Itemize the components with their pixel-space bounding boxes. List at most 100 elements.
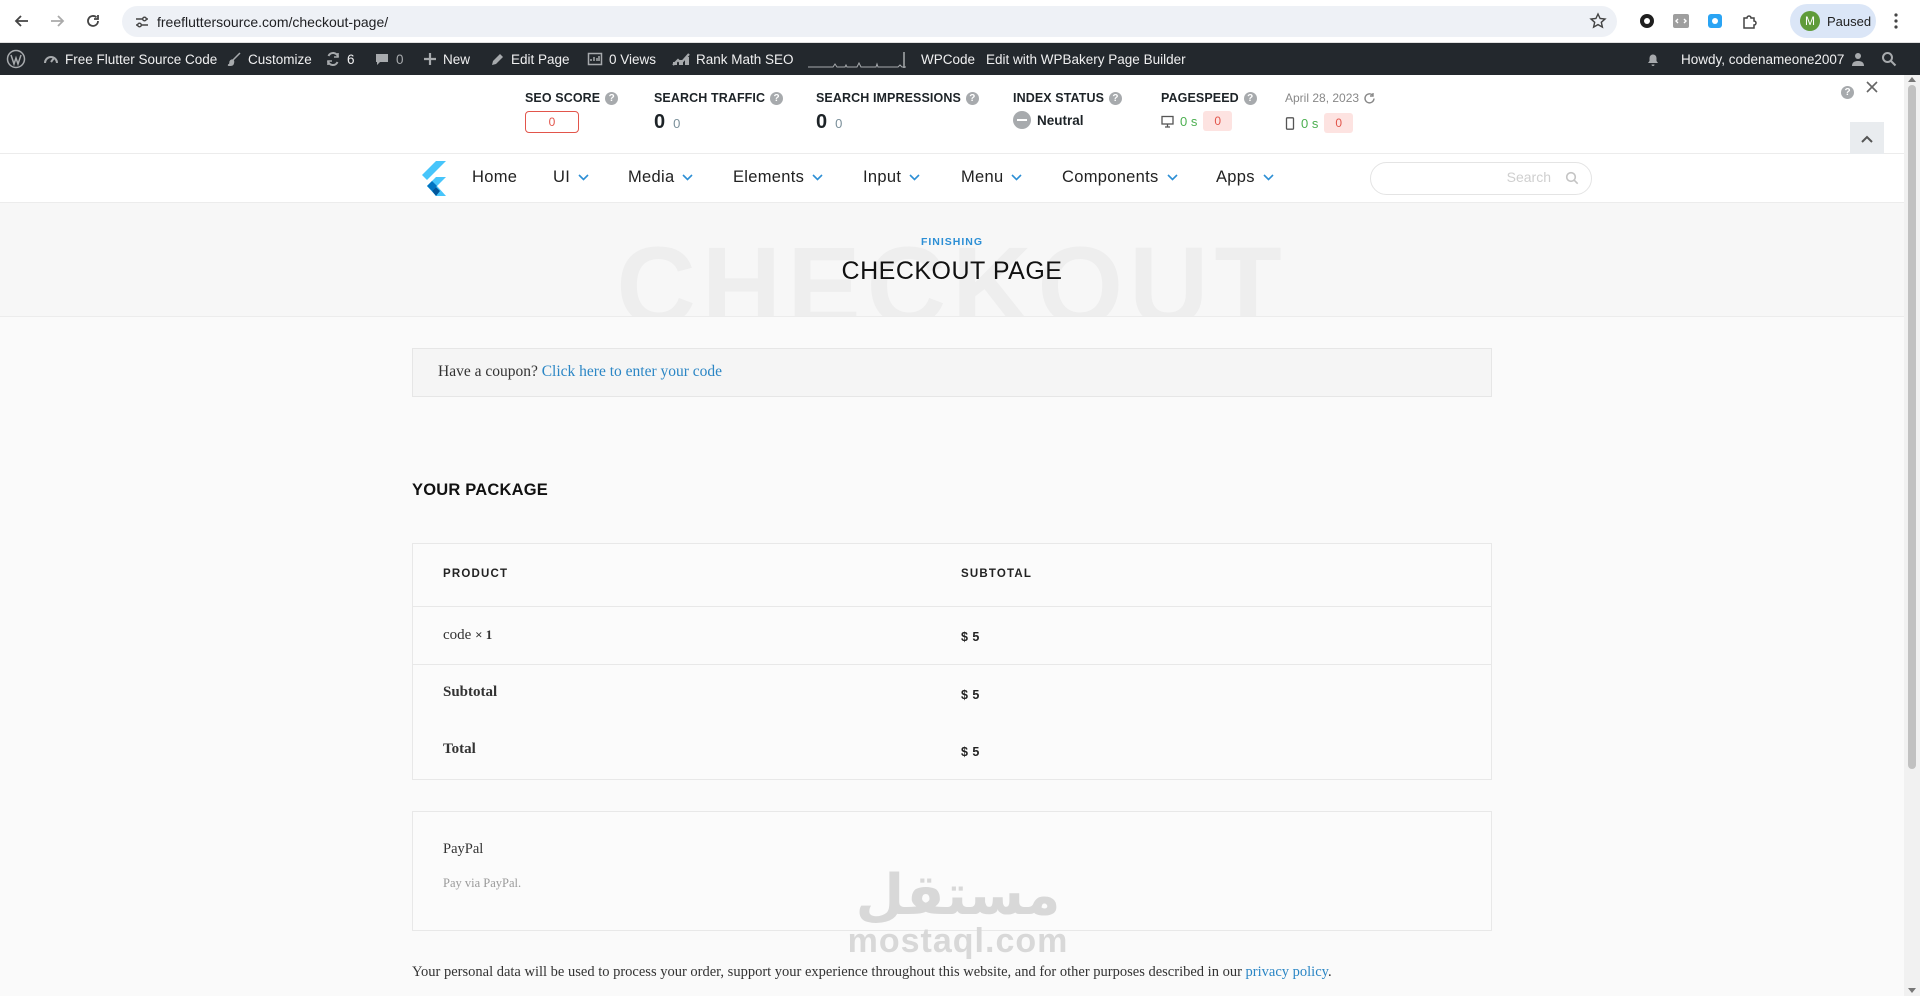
- new-label: New: [443, 51, 471, 67]
- close-icon[interactable]: [1866, 81, 1878, 93]
- reload-icon: [87, 15, 99, 27]
- help-circle-icon[interactable]: ?: [1841, 83, 1854, 99]
- pagespeed-label: PAGESPEED: [1161, 91, 1239, 105]
- views-label: 0 Views: [609, 51, 657, 67]
- table-header-row: PRODUCT SUBTOTAL: [413, 544, 1491, 606]
- seo-score-label: SEO SCORE: [525, 91, 601, 105]
- index-status-block: INDEX STATUS? Neutral: [1013, 91, 1123, 129]
- rank-math-icon: [672, 52, 690, 66]
- nav-ui[interactable]: UI: [553, 168, 589, 187]
- user-icon: [1850, 51, 1866, 67]
- nav-home-label: Home: [472, 168, 518, 186]
- nav-components[interactable]: Components: [1062, 168, 1178, 187]
- index-status-value: Neutral: [1037, 112, 1084, 128]
- total-label: Total: [443, 741, 476, 757]
- mobile-icon: [1285, 116, 1295, 130]
- search-icon[interactable]: [1565, 171, 1579, 185]
- browser-toolbar: freefluttersource.com/checkout-page/ M P…: [0, 0, 1920, 43]
- desktop-score: 0: [1203, 111, 1233, 131]
- customize-label: Customize: [248, 51, 312, 67]
- help-icon[interactable]: ?: [605, 91, 619, 105]
- account-menu[interactable]: Howdy, codenameone2007: [1681, 43, 1866, 75]
- help-icon[interactable]: ?: [1243, 91, 1257, 105]
- new-content-link[interactable]: New: [423, 43, 470, 75]
- views-link[interactable]: 0 Views: [587, 43, 656, 75]
- extension-circle-icon[interactable]: [1635, 9, 1659, 33]
- page-header: CHECKOUT FINISHING CHECKOUT PAGE: [0, 203, 1904, 317]
- chevron-down-icon: [812, 174, 823, 181]
- code-extension-icon[interactable]: [1669, 9, 1693, 33]
- customize-link[interactable]: Customize: [226, 43, 312, 75]
- admin-site-name[interactable]: Free Flutter Source Code: [43, 43, 217, 75]
- arrow-right-icon: [51, 15, 65, 27]
- forward-button[interactable]: [44, 8, 70, 34]
- nav-components-label: Components: [1062, 168, 1159, 186]
- comments-link[interactable]: 0: [374, 43, 404, 75]
- scroll-up-arrow[interactable]: [1908, 77, 1916, 82]
- help-icon[interactable]: ?: [770, 91, 784, 105]
- notifications-bell-icon[interactable]: [1645, 43, 1661, 75]
- vertical-scrollbar[interactable]: [1904, 75, 1920, 996]
- payment-method-label[interactable]: PayPal: [443, 841, 483, 858]
- admin-search-icon[interactable]: [1881, 43, 1897, 75]
- rank-math-link[interactable]: Rank Math SEO: [672, 43, 794, 75]
- scroll-down-arrow[interactable]: [1908, 988, 1916, 993]
- pagespeed-date-block: April 28, 2023 0 s 0: [1285, 91, 1376, 133]
- wpcode-label: WPCode: [921, 51, 976, 67]
- rank-math-label: Rank Math SEO: [696, 51, 794, 67]
- privacy-policy-link[interactable]: privacy policy: [1246, 964, 1328, 980]
- nav-input[interactable]: Input: [863, 168, 920, 187]
- extensions-puzzle-icon[interactable]: [1738, 9, 1762, 33]
- blue-extension-icon[interactable]: [1703, 9, 1727, 33]
- subtotal-value: $ 5: [961, 688, 980, 702]
- browser-menu-icon[interactable]: [1884, 9, 1908, 33]
- table-row: Subtotal $ 5: [413, 664, 1491, 722]
- nav-apps[interactable]: Apps: [1216, 168, 1274, 187]
- search-input[interactable]: [1381, 169, 1551, 185]
- site-name-label: Free Flutter Source Code: [65, 51, 218, 67]
- stats-icon: [587, 51, 603, 67]
- back-button[interactable]: [9, 8, 35, 34]
- site-settings-icon[interactable]: [134, 14, 150, 30]
- page-title: CHECKOUT PAGE: [841, 257, 1063, 285]
- site-header-nav: Home UI Media Elements Input Menu Compon…: [0, 154, 1904, 203]
- wpbakery-link[interactable]: Edit with WPBakery Page Builder: [986, 43, 1186, 75]
- flutter-logo[interactable]: [418, 161, 448, 197]
- nav-elements-label: Elements: [733, 168, 805, 186]
- help-icon[interactable]: ?: [965, 91, 979, 105]
- address-bar[interactable]: freefluttersource.com/checkout-page/: [122, 6, 1617, 37]
- updates-link[interactable]: 6: [325, 43, 355, 75]
- bookmark-star-icon[interactable]: [1589, 12, 1607, 30]
- help-icon[interactable]: ?: [1109, 91, 1123, 105]
- pagespeed-block: PAGESPEED? 0 s 0: [1161, 91, 1257, 131]
- wpcode-link[interactable]: WPCode: [921, 43, 975, 75]
- desktop-load-time: 0 s: [1180, 113, 1198, 129]
- seo-score-badge: 0: [525, 111, 579, 133]
- scrollbar-thumb[interactable]: [1908, 85, 1916, 769]
- rank-math-analytics-bar: SEO SCORE? 0 SEARCH TRAFFIC? 00 SEARCH I…: [0, 75, 1904, 156]
- chevron-up-icon: [1861, 135, 1873, 143]
- nav-media[interactable]: Media: [628, 168, 694, 187]
- privacy-text: Your personal data will be used to proce…: [412, 964, 1242, 980]
- watermark-latin: mostaql.com: [847, 922, 1069, 960]
- profile-button[interactable]: M Paused: [1790, 4, 1876, 38]
- edit-page-link[interactable]: Edit Page: [490, 43, 570, 75]
- nav-menu-label: Menu: [961, 168, 1004, 186]
- neutral-status-icon: [1013, 111, 1031, 129]
- mobile-load-time: 0 s: [1301, 115, 1319, 131]
- coupon-link[interactable]: Click here to enter your code: [542, 363, 722, 380]
- nav-home[interactable]: Home: [472, 168, 517, 187]
- site-search[interactable]: [1370, 162, 1592, 195]
- collapse-bar-button[interactable]: [1850, 122, 1884, 156]
- coupon-text: Have a coupon?: [438, 363, 538, 380]
- wordpress-logo-icon[interactable]: [6, 43, 26, 75]
- arrow-left-icon: [14, 15, 28, 27]
- profile-status: Paused: [1827, 13, 1872, 29]
- refresh-icon[interactable]: [1363, 92, 1376, 105]
- nav-menu[interactable]: Menu: [961, 168, 1023, 187]
- reload-button[interactable]: [80, 8, 106, 34]
- search-traffic-block: SEARCH TRAFFIC? 00: [654, 91, 784, 134]
- product-quantity: × 1: [475, 627, 493, 642]
- nav-elements[interactable]: Elements: [733, 168, 823, 187]
- chevron-down-icon: [578, 174, 589, 181]
